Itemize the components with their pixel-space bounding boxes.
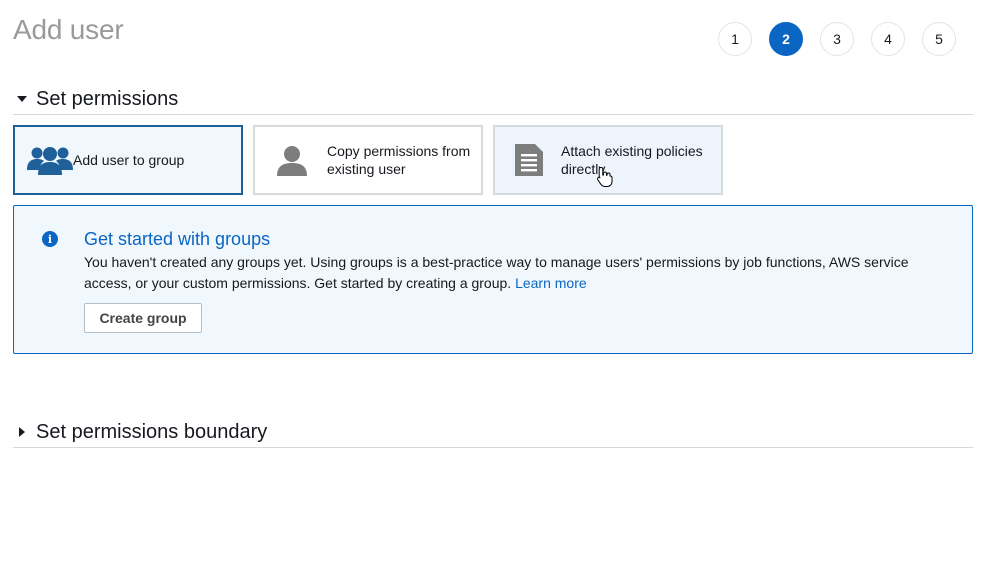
option-label: Copy permissions from existing user — [327, 143, 471, 177]
set-permissions-boundary-title: Set permissions boundary — [36, 420, 268, 443]
option-label: Attach existing policies directly — [561, 143, 703, 177]
permission-options: Add user to group Copy permissions from … — [13, 125, 723, 195]
info-icon: i — [42, 231, 58, 247]
wizard-steps: 1 2 3 4 5 — [718, 22, 956, 56]
create-group-button[interactable]: Create group — [84, 303, 202, 333]
option-attach-policies[interactable]: Attach existing policies directly — [493, 125, 723, 195]
option-add-user-to-group[interactable]: Add user to group — [13, 125, 243, 195]
info-title: Get started with groups — [84, 229, 271, 249]
add-user-page: Add user 1 2 3 4 5 Set permissions Add u… — [0, 0, 989, 568]
step-1[interactable]: 1 — [718, 22, 752, 56]
step-5[interactable]: 5 — [922, 22, 956, 56]
info-text: You haven't created any groups yet. Usin… — [84, 254, 909, 291]
option-label: Add user to group — [73, 152, 185, 168]
info-description: You haven't created any groups yet. Usin… — [84, 252, 944, 294]
document-icon — [509, 140, 549, 180]
user-icon — [269, 140, 315, 180]
set-permissions-boundary-header[interactable]: Set permissions boundary — [13, 417, 973, 448]
set-permissions-title: Set permissions — [36, 87, 179, 110]
step-4[interactable]: 4 — [871, 22, 905, 56]
learn-more-link[interactable]: Learn more — [515, 275, 587, 291]
option-copy-permissions[interactable]: Copy permissions from existing user — [253, 125, 483, 195]
set-permissions-header[interactable]: Set permissions — [13, 84, 973, 115]
group-icon — [27, 140, 73, 180]
caret-down-icon — [13, 96, 31, 102]
page-title: Add user — [13, 14, 124, 45]
step-2-current[interactable]: 2 — [769, 22, 803, 56]
caret-right-icon — [13, 427, 31, 437]
info-alert: i Get started with groups You haven't cr… — [13, 205, 973, 354]
step-3[interactable]: 3 — [820, 22, 854, 56]
